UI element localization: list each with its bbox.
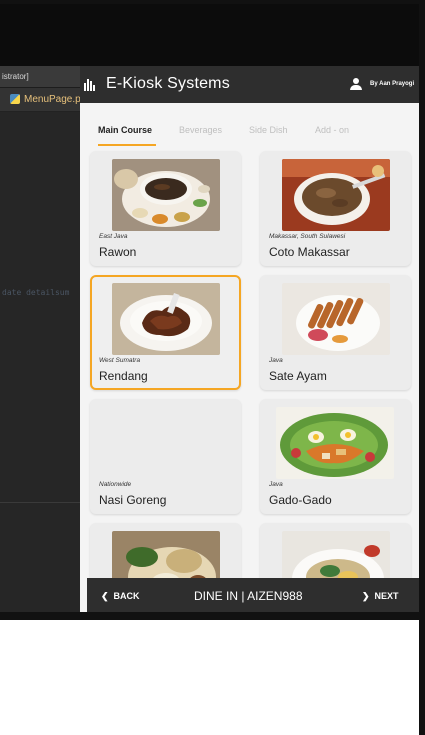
gado-gado-photo <box>276 407 394 479</box>
menu-card-region: Nationwide <box>99 481 132 488</box>
ide-divider <box>0 502 80 503</box>
menu-card-coto-makassar[interactable]: Makassar, South Sulawesi Coto Makassar <box>260 151 411 266</box>
right-bezel <box>419 0 425 735</box>
ide-file-tab[interactable]: MenuPage.py <box>0 88 86 112</box>
kiosk-app: E-Kiosk Systems By Aan Prayogi Main Cour… <box>80 66 419 616</box>
rawon-photo <box>112 159 220 231</box>
menu-card-nasi-goreng[interactable]: Nationwide Nasi Goreng <box>90 399 241 514</box>
python-file-icon <box>10 94 20 104</box>
menu-card-sate-ayam[interactable]: Java Sate Ayam <box>260 275 411 390</box>
ide-code-area[interactable]: date detailsum <box>0 112 80 616</box>
menu-card-rawon[interactable]: East Java Rawon <box>90 151 241 266</box>
user-icon <box>350 78 362 90</box>
app-title: E-Kiosk Systems <box>106 75 230 92</box>
tab-beverages[interactable]: Beverages <box>179 125 222 135</box>
ide-panel: istrator] MenuPage.py date detailsum <box>0 66 86 616</box>
order-footer: ❮ BACK DINE IN | AIZEN988 ❯ NEXT <box>87 578 419 616</box>
sate-ayam-photo <box>282 283 390 355</box>
tab-add-on[interactable]: Add - on <box>315 125 349 135</box>
back-button[interactable]: ❮ BACK <box>101 591 140 602</box>
ide-code-text: date detailsum <box>2 288 70 297</box>
tab-side-dish[interactable]: Side Dish <box>249 125 288 135</box>
bottom-bezel <box>0 612 419 620</box>
menu-card-gado-gado[interactable]: Java Gado-Gado <box>260 399 411 514</box>
menu-card-name: Gado-Gado <box>269 493 332 507</box>
category-tabs: Main Course Beverages Side Dish Add - on <box>80 103 419 149</box>
menu-card-name: Nasi Goreng <box>99 493 167 507</box>
chevron-right-icon: ❯ <box>362 591 375 601</box>
menu-card-name: Sate Ayam <box>269 369 327 383</box>
app-header: E-Kiosk Systems By Aan Prayogi <box>80 66 419 103</box>
bar-chart-icon <box>84 79 96 91</box>
ide-file-tab-label: MenuPage.py <box>24 94 86 105</box>
rendang-photo <box>112 283 220 355</box>
menu-card-region: East Java <box>99 233 128 240</box>
chevron-left-icon: ❮ <box>101 591 114 601</box>
menu-card-name: Coto Makassar <box>269 245 350 259</box>
menu-card-region: Java <box>269 481 283 488</box>
menu-card-region: Makassar, South Sulawesi <box>269 233 346 240</box>
next-button[interactable]: ❯ NEXT <box>362 591 399 602</box>
device-frame: istrator] MenuPage.py date detailsum E-K… <box>0 0 425 735</box>
active-tab-indicator <box>98 144 156 146</box>
menu-card-region: Java <box>269 357 283 364</box>
screen: istrator] MenuPage.py date detailsum E-K… <box>0 4 419 616</box>
menu-card-region: West Sumatra <box>99 357 141 364</box>
menu-grid: East Java Rawon Makassar, South Sulawesi… <box>80 149 419 616</box>
ide-window-title: istrator] <box>0 66 80 88</box>
order-info: DINE IN | AIZEN988 <box>194 589 303 603</box>
back-label: BACK <box>113 591 140 601</box>
next-label: NEXT <box>374 591 399 601</box>
menu-card-rendang[interactable]: West Sumatra Rendang <box>90 275 241 390</box>
menu-card-name: Rendang <box>99 369 148 383</box>
menu-card-name: Rawon <box>99 245 137 259</box>
coto-makassar-photo <box>282 159 390 231</box>
user-name: By Aan Prayogi <box>370 81 415 87</box>
tab-main-course[interactable]: Main Course <box>98 125 152 135</box>
